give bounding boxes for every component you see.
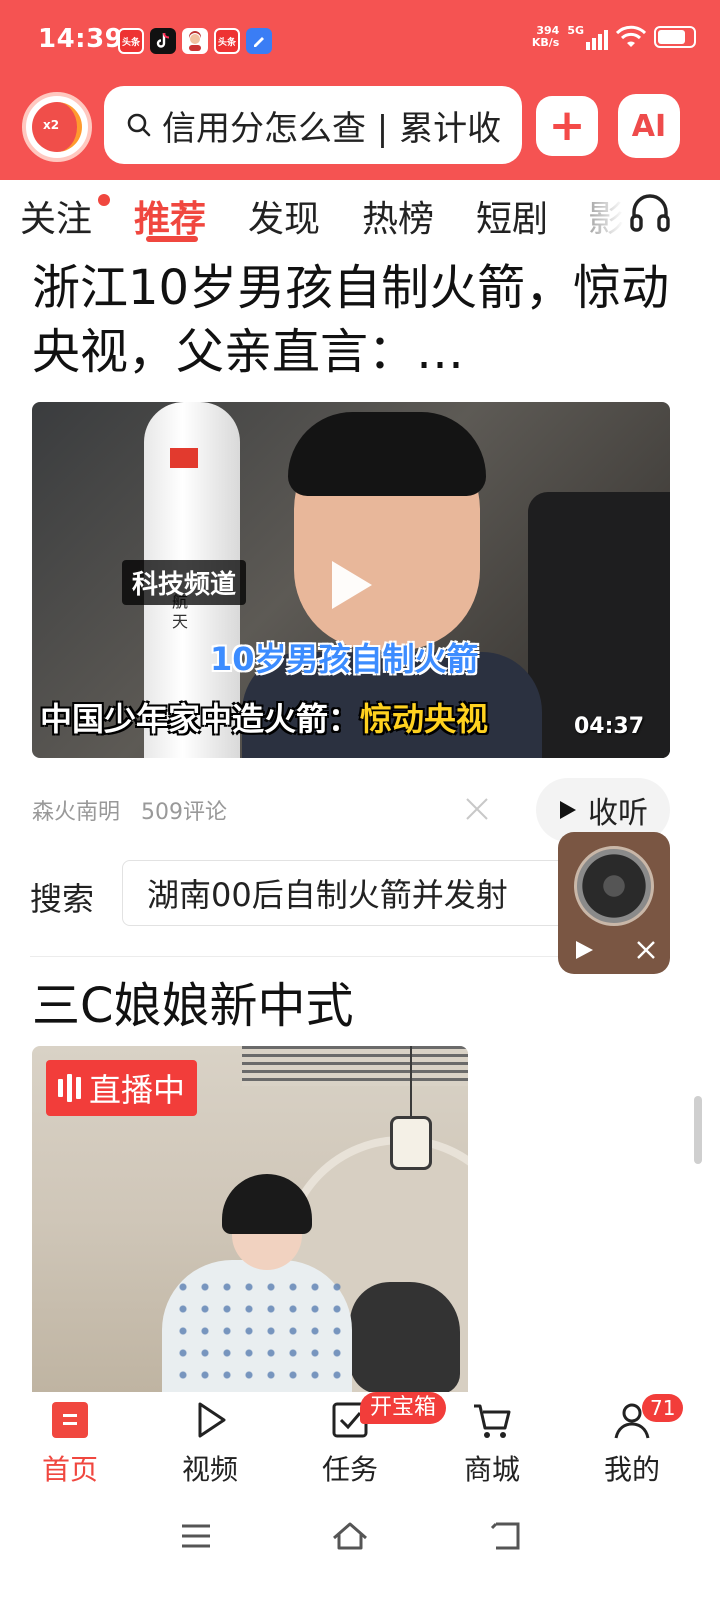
flag-icon [170,448,198,468]
home-nav-icon[interactable] [328,1514,372,1558]
status-right: 394 KB/s 5G [532,24,696,50]
blue-app-icon [246,28,272,54]
thumb-caption-yellow: 惊动央视 [360,700,489,738]
bottom-nav: 首页 视频 任务 商城 我的 开宝箱 71 [0,1392,720,1496]
floating-audio-player[interactable] [558,832,670,974]
thumb-caption: 10岁男孩自制火箭 [210,640,479,678]
new-dot [98,194,110,206]
active-tab-indicator [146,236,198,242]
tab-follow[interactable]: 关注 [20,190,92,242]
system-nav-bar [0,1496,720,1608]
close-icon[interactable] [636,940,656,960]
search-suggestion[interactable]: 湖南00后自制火箭并发射 [122,860,602,926]
avatar-app-icon [182,28,208,54]
signal-icon: 5G [567,24,608,50]
status-bar: 14:39 头条 头条 394 KB/s 5G [0,0,720,84]
close-icon[interactable] [464,796,490,822]
play-icon[interactable] [316,550,386,620]
cart-icon [474,1404,511,1438]
app-header: 14:39 头条 头条 394 KB/s 5G x2 信用分怎么查 | 累计收 … [0,0,720,180]
tiktok-icon [150,28,176,54]
nav-video-label: 视频 [181,1453,238,1486]
status-time: 14:39 [38,24,124,54]
toutiao-notif-label: 头条 [217,37,236,48]
boy-hair [288,412,486,496]
battery-icon [654,26,696,48]
nav-task-label: 任务 [321,1453,378,1486]
scroll-indicator[interactable] [694,1096,702,1164]
channel-tag: 科技频道 [122,560,247,605]
lamp-wire [410,1046,412,1118]
headphone-icon[interactable] [626,188,674,236]
tab-short-drama[interactable]: 短剧 [476,190,548,242]
article-title[interactable]: 浙江10岁男孩自制火箭，惊动央视，父亲直言：… [32,256,672,384]
person-hair [222,1174,312,1234]
decor-rock [350,1282,460,1392]
signal-label: 5G [567,24,584,37]
add-button[interactable]: + [536,96,598,156]
nav-me-label: 我的 [603,1453,660,1486]
listen-label: 收听 [588,796,648,831]
back-icon[interactable] [484,1514,528,1558]
live-thumbnail[interactable]: 直播中 [32,1046,468,1392]
video-duration: 04:37 [573,714,644,739]
home-icon [52,1402,88,1438]
tab-recommend[interactable]: 推荐 [134,190,206,242]
article-source[interactable]: 森火南明 [32,800,120,825]
tab-discover[interactable]: 发现 [248,190,320,242]
dress-pattern [172,1276,342,1392]
audio-cover [574,846,654,926]
menu-icon[interactable] [174,1514,218,1558]
channel-tabs: 关注 推荐 发现 热榜 短剧 影 [0,180,720,248]
ai-label: AI [631,108,667,144]
article-title[interactable]: 三C娘娘新中式 [32,974,354,1038]
ai-button[interactable]: AI [618,94,680,158]
tab-fade [584,180,624,248]
network-speed: 394 KB/s [532,25,559,49]
live-label: 直播中 [89,1071,186,1109]
live-badge: 直播中 [46,1060,198,1116]
comment-count[interactable]: 509评论 [141,800,227,825]
play-icon[interactable] [572,938,596,962]
notification-badge: 71 [642,1394,684,1422]
toutiao-notif-label: 头条 [121,37,140,48]
article-meta: 森火南明 509评论 [32,794,241,826]
battery-level [658,30,686,44]
avatar-reward-button[interactable]: x2 [22,92,92,162]
thumb-caption-white: 中国少年家中造火箭： [40,700,361,738]
toutiao-red-icon: 头条 [118,28,144,54]
network-speed-unit: KB/s [531,36,560,49]
pendant-lamp [390,1116,432,1170]
tab-hot[interactable]: 热榜 [362,190,434,242]
nav-home[interactable]: 首页 [20,1398,120,1488]
rocket-text-2: 天 [172,612,189,631]
nav-video[interactable]: 视频 [160,1398,260,1488]
search-icon [127,113,151,137]
reward-icon: x2 [32,102,82,152]
nav-home-label: 首页 [41,1453,98,1486]
thumb-bottom-caption: 中国少年家中造火箭：惊动央视 [40,694,488,740]
reward-multiplier: x2 [43,118,60,132]
search-input[interactable]: 信用分怎么查 | 累计收 [104,86,522,164]
nav-mall[interactable]: 商城 [442,1398,542,1488]
toutiao-red-icon: 头条 [214,28,240,54]
play-icon [560,801,576,819]
live-icon [58,1074,81,1102]
wifi-icon [616,25,646,47]
search-placeholder: 信用分怎么查 | 累计收 [162,108,502,149]
notification-icons: 头条 头条 [118,28,272,54]
nav-mall-label: 商城 [463,1453,520,1486]
plus-icon: + [548,100,586,151]
ceiling-vent [242,1046,468,1086]
video-thumbnail[interactable]: 航天 科技频道 10岁男孩自制火箭 中国少年家中造火箭：惊动央视 04:37 [32,402,670,758]
search-suggest-label: 搜索 [30,880,95,918]
video-play-icon [198,1402,226,1438]
treasure-badge[interactable]: 开宝箱 [360,1392,447,1424]
